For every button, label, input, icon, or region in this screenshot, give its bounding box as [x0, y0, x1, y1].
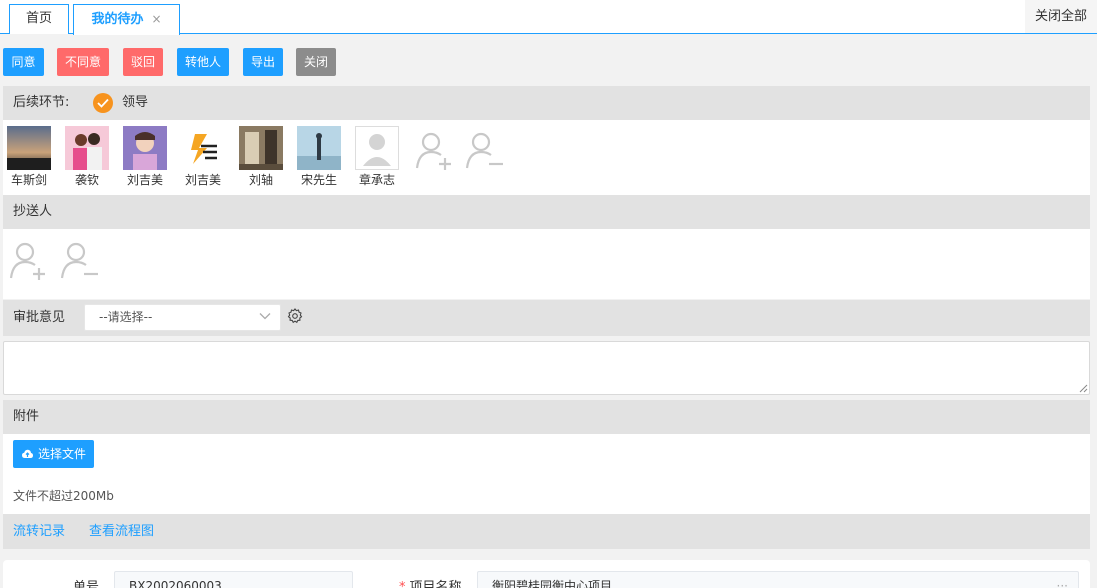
- chevron-down-icon: [259, 313, 271, 320]
- order-number-label: 单号: [73, 580, 100, 588]
- approver-item[interactable]: 袭钦: [65, 126, 109, 188]
- cloud-upload-icon: [22, 449, 33, 458]
- next-step-header: 后续环节: 领导: [3, 86, 1090, 120]
- file-size-limit: 文件不超过200Mb: [13, 489, 114, 503]
- links-bar: 流转记录 查看流程图: [3, 514, 1090, 549]
- approver-item[interactable]: 宋先生: [297, 126, 341, 188]
- remove-person-icon[interactable]: [463, 128, 507, 172]
- avatar: [7, 126, 51, 170]
- select-file-button[interactable]: 选择文件: [13, 440, 94, 468]
- close-icon[interactable]: ×: [151, 12, 161, 26]
- attachment-body: 选择文件 文件不超过200Mb: [3, 434, 1090, 514]
- avatar: [297, 126, 341, 170]
- project-name-label-text: 项目名称: [409, 580, 462, 588]
- approver-item[interactable]: 刘轴: [239, 126, 283, 188]
- approver-item[interactable]: 刘吉美: [181, 126, 225, 188]
- avatar: [123, 126, 167, 170]
- flow-record-link[interactable]: 流转记录: [13, 514, 65, 549]
- form-card: 单号 BX2002060003 * 项目名称 衡阳碧桂园衡中心项目 ···: [3, 560, 1090, 588]
- add-person-icon[interactable]: [413, 128, 457, 172]
- avatar: [65, 126, 109, 170]
- avatar: [181, 126, 225, 170]
- more-icon[interactable]: ···: [1057, 572, 1068, 588]
- approver-item[interactable]: 刘吉美: [123, 126, 167, 188]
- tab-my-todo-label: 我的待办: [91, 12, 144, 27]
- approver-name: 刘吉美: [184, 173, 221, 187]
- approver-item[interactable]: 车斯剑: [7, 126, 51, 188]
- view-flowchart-link[interactable]: 查看流程图: [89, 514, 154, 549]
- approver-name: 车斯剑: [10, 173, 47, 187]
- approver-item[interactable]: 章承志: [355, 126, 399, 188]
- required-mark: *: [399, 580, 406, 588]
- resize-handle-icon[interactable]: [1079, 384, 1088, 393]
- tab-my-todo[interactable]: 我的待办 ×: [73, 4, 180, 35]
- opinion-select-value: --请选择--: [99, 310, 153, 324]
- select-file-label: 选择文件: [38, 447, 87, 461]
- close-all-button[interactable]: 关闭全部: [1025, 0, 1097, 33]
- opinion-header: 审批意见 --请选择--: [3, 300, 1090, 336]
- attachment-label: 附件: [13, 409, 40, 424]
- transfer-button[interactable]: 转他人: [177, 48, 229, 76]
- opinion-label: 审批意见: [13, 310, 66, 325]
- cc-list: [3, 229, 1090, 299]
- opinion-select[interactable]: --请选择--: [84, 304, 281, 331]
- disagree-button[interactable]: 不同意: [57, 48, 109, 76]
- agree-button[interactable]: 同意: [3, 48, 44, 76]
- approver-name: 章承志: [358, 173, 395, 187]
- order-number-field[interactable]: BX2002060003: [114, 571, 353, 588]
- tab-home[interactable]: 首页: [9, 4, 69, 34]
- export-button[interactable]: 导出: [243, 48, 283, 76]
- project-name-field[interactable]: 衡阳碧桂园衡中心项目 ···: [477, 571, 1079, 588]
- gear-icon[interactable]: [287, 308, 303, 324]
- approver-name: 宋先生: [300, 173, 337, 187]
- reject-button[interactable]: 驳回: [123, 48, 163, 76]
- opinion-textarea[interactable]: [3, 341, 1090, 395]
- approver-name: 袭钦: [74, 173, 99, 187]
- avatar: [355, 126, 399, 170]
- remove-cc-icon[interactable]: [58, 238, 102, 282]
- project-name-value: 衡阳碧桂园衡中心项目: [492, 579, 613, 588]
- check-icon[interactable]: [93, 93, 113, 113]
- approver-name: 刘吉美: [126, 173, 163, 187]
- project-name-label: * 项目名称: [399, 576, 462, 588]
- close-button[interactable]: 关闭: [296, 48, 336, 76]
- next-step-option[interactable]: 领导: [122, 86, 148, 120]
- next-step-label: 后续环节:: [13, 95, 70, 110]
- attachment-header: 附件: [3, 400, 1090, 434]
- tab-bar: 首页 我的待办 × 关闭全部: [0, 0, 1097, 35]
- avatar: [239, 126, 283, 170]
- add-cc-icon[interactable]: [7, 238, 51, 282]
- approver-list: 车斯剑 袭钦 刘吉美 刘吉美 刘轴 宋先生 章承志: [3, 120, 1090, 195]
- cc-label: 抄送人: [13, 204, 53, 219]
- cc-header: 抄送人: [3, 195, 1090, 229]
- approver-name: 刘轴: [248, 173, 273, 187]
